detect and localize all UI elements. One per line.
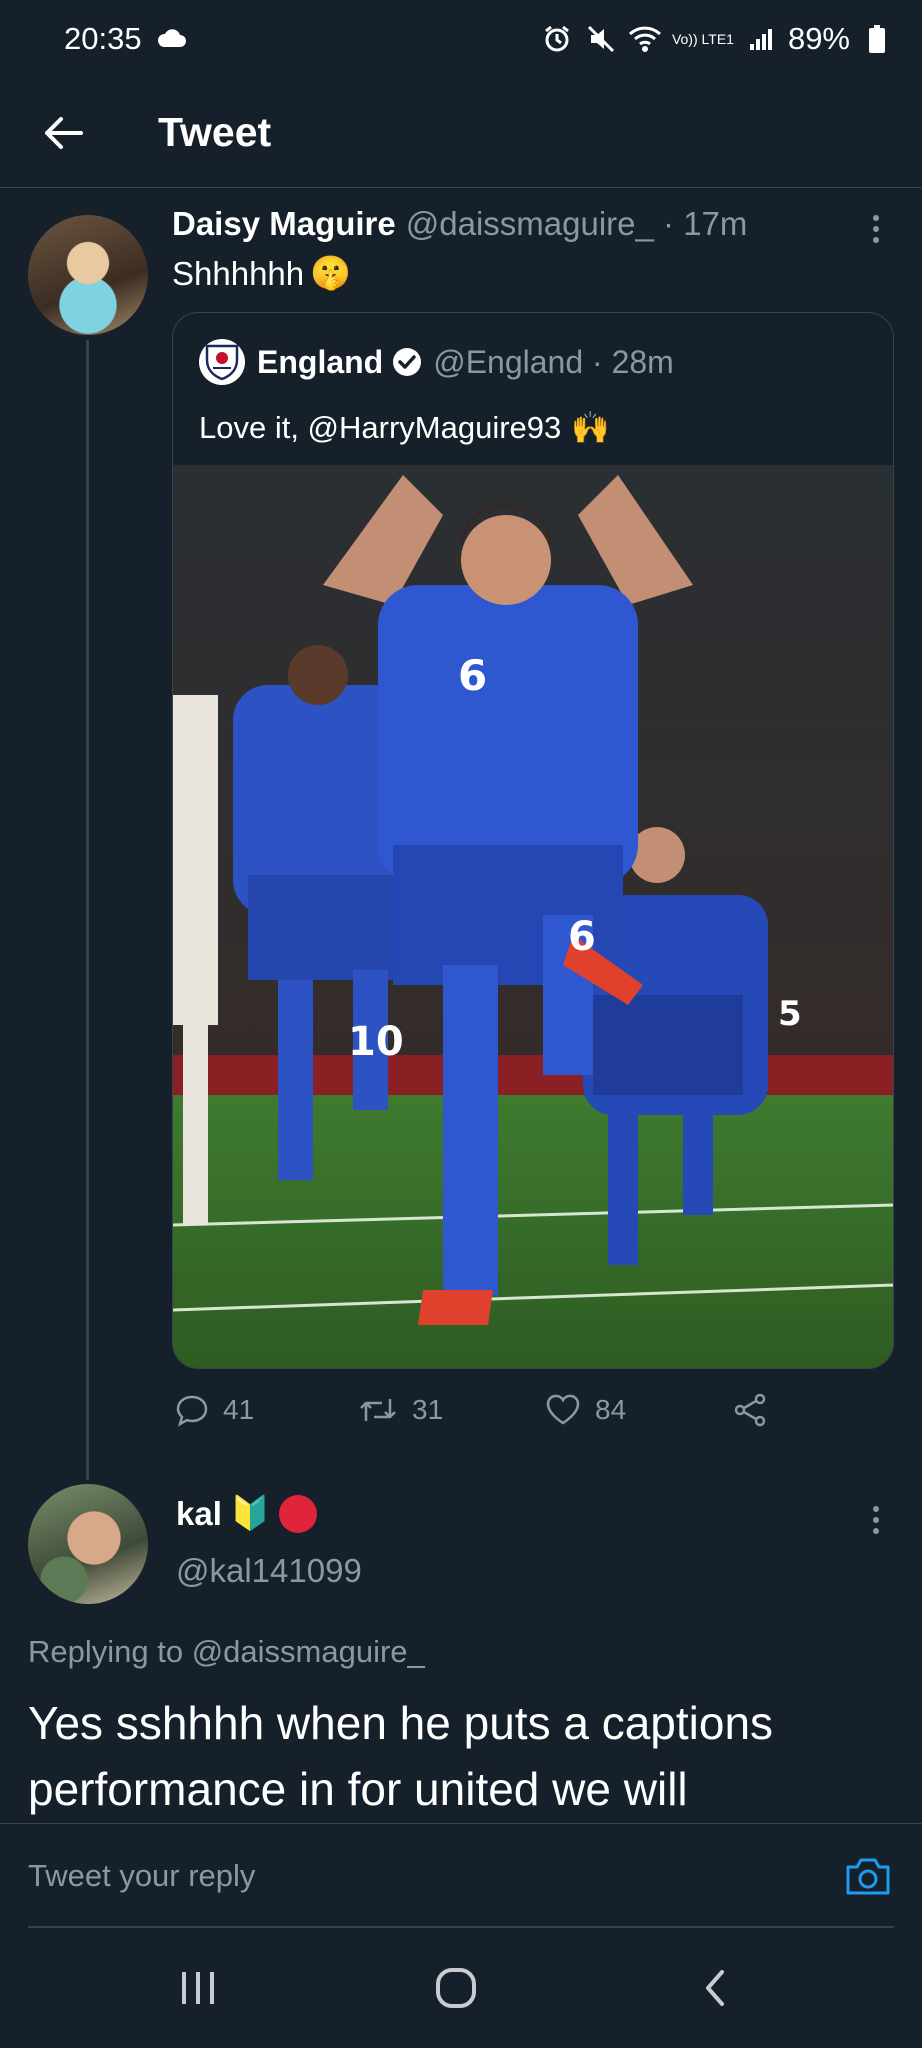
quote-header: England @England · 28m xyxy=(199,339,674,385)
system-nav-bar xyxy=(0,1928,922,2048)
reply-input[interactable]: Tweet your reply xyxy=(28,1848,808,1904)
quoted-tweet-card[interactable]: England @England · 28m Love it, @HarryMa… xyxy=(172,312,894,1369)
quote-author-name: England xyxy=(257,343,384,380)
status-left: 20:35 xyxy=(64,21,186,57)
signal-icon xyxy=(744,22,778,56)
heart-icon xyxy=(546,1394,580,1425)
tweet-header: Daisy Maguire @daissmaguire_ · 17m xyxy=(172,205,747,243)
more-button[interactable] xyxy=(856,209,896,249)
japanese-beginner-emoji: 🔰 xyxy=(229,1494,271,1531)
author-name[interactable]: Daisy Maguire xyxy=(172,205,396,243)
england-crest-avatar xyxy=(199,339,245,385)
quote-text: Love it, @HarryMaguire93 🙌 xyxy=(199,409,610,446)
like-count: 84 xyxy=(595,1394,627,1425)
back-nav-button[interactable] xyxy=(674,1948,754,2028)
camera-icon xyxy=(846,1858,890,1895)
arrow-left-icon xyxy=(45,116,83,149)
home-button[interactable] xyxy=(416,1948,496,2028)
comment-icon xyxy=(176,1395,208,1427)
more-vertical-icon xyxy=(873,215,879,243)
recents-button[interactable] xyxy=(158,1948,238,2028)
chevron-left-icon xyxy=(706,1970,724,2006)
retweet-count: 31 xyxy=(412,1394,444,1425)
tweet-actions: 41 31 84 xyxy=(172,1385,812,1435)
reply-count: 41 xyxy=(223,1394,255,1425)
status-right: Vo)) LTE1 89% xyxy=(540,21,894,57)
mute-icon xyxy=(584,22,618,56)
reply-more-button[interactable] xyxy=(856,1500,896,1540)
retweet-icon xyxy=(360,1399,396,1421)
cloud-icon xyxy=(156,21,186,57)
share-icon xyxy=(734,1393,766,1427)
recents-icon xyxy=(182,1972,214,2004)
home-icon xyxy=(436,1968,476,2008)
more-vertical-icon xyxy=(873,1506,879,1534)
football-celebration-photo: 6 6 10 5 xyxy=(173,465,893,1368)
like-button[interactable]: 84 xyxy=(545,1394,626,1426)
raising-hands-emoji: 🙌 xyxy=(571,410,610,445)
share-button[interactable] xyxy=(732,1393,768,1427)
replying-to[interactable]: Replying to @daissmaguire_ xyxy=(28,1634,425,1670)
red-circle-icon xyxy=(278,1494,317,1533)
reply-text: Yes sshhhh when he puts a captions perfo… xyxy=(28,1697,774,1815)
quote-author-handle: @England · 28m xyxy=(433,343,674,380)
network-type: Vo)) LTE1 xyxy=(671,31,734,47)
page-title: Tweet xyxy=(158,109,272,155)
author-handle: @daissmaguire_ · 17m xyxy=(405,205,748,242)
reply-header: kal 🔰 xyxy=(176,1494,317,1533)
retweet-button[interactable]: 31 xyxy=(358,1394,443,1426)
svg-text:5: 5 xyxy=(778,994,802,1034)
reply-button[interactable]: 41 xyxy=(175,1393,254,1427)
app-bar: Tweet xyxy=(0,78,922,188)
svg-text:10: 10 xyxy=(348,1019,404,1065)
alarm-icon xyxy=(540,22,574,56)
svg-text:6: 6 xyxy=(458,651,487,700)
svg-text:6: 6 xyxy=(568,914,596,960)
quote-text-body: Love it, @HarryMaguire93 xyxy=(199,409,562,445)
battery-icon xyxy=(860,22,894,56)
back-button[interactable] xyxy=(28,98,98,168)
reply-composer: Tweet your reply xyxy=(0,1823,922,1927)
reply-avatar[interactable] xyxy=(28,1484,148,1604)
tweet-photo[interactable]: 6 6 10 5 xyxy=(173,465,893,1368)
shushing-face-emoji: 🤫 xyxy=(310,254,352,291)
tweet-text-body: Shhhhhh xyxy=(172,254,305,292)
status-time: 20:35 xyxy=(64,21,142,56)
thread-line xyxy=(86,340,89,1480)
reply-author-name[interactable]: kal xyxy=(176,1495,222,1533)
reply-author-handle: @kal141099 xyxy=(176,1552,362,1589)
verified-badge-icon xyxy=(391,346,423,378)
wifi-icon xyxy=(628,22,662,56)
status-bar: 20:35 Vo)) LTE1 89% xyxy=(0,0,922,78)
camera-button[interactable] xyxy=(840,1848,896,1904)
battery-percent: 89% xyxy=(787,21,850,56)
tweet-text: Shhhhhh 🤫 xyxy=(172,254,351,293)
avatar[interactable] xyxy=(28,215,148,335)
